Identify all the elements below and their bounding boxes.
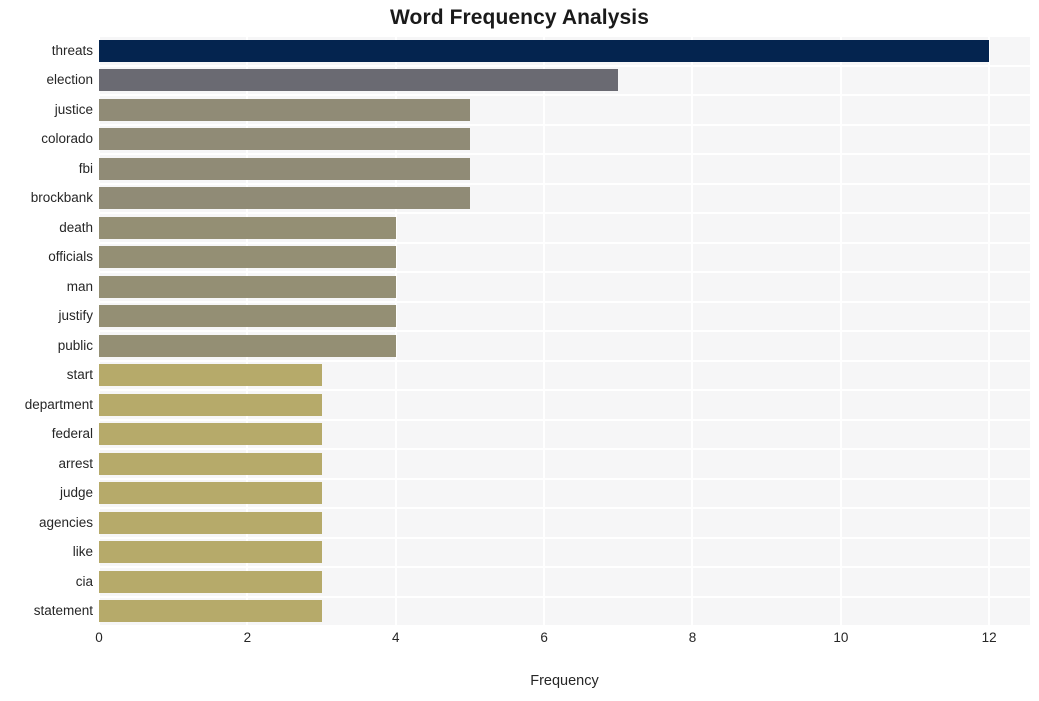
y-tick-label: like [72,544,93,560]
y-tick-label: threats [51,42,93,58]
bar[interactable] [99,216,396,239]
y-tick-label: arrest [58,455,93,471]
y-tick-label: death [59,219,93,235]
y-tick-label: statement [33,603,93,619]
bar[interactable] [99,39,990,62]
y-tick-label: start [66,367,93,383]
bar[interactable] [99,128,470,151]
x-tick-label: 0 [95,630,103,645]
y-tick-label: colorado [41,131,93,147]
bar[interactable] [99,482,322,505]
chart-title: Word Frequency Analysis [389,6,650,29]
y-tick-label: agencies [38,514,93,530]
y-tick-label: officials [48,249,93,265]
y-tick-label: election [46,72,93,88]
bar[interactable] [99,364,322,387]
bar[interactable] [99,511,322,534]
y-tick-label: cia [75,573,93,589]
y-tick-label: public [57,337,93,353]
y-tick-label: fbi [78,160,93,176]
bar[interactable] [99,275,396,298]
y-tick-label: justice [54,101,93,117]
bar[interactable] [99,98,470,121]
y-axis-tick-labels: threats election justice colorado fbi brockba… [0,36,93,626]
bar[interactable] [99,600,322,623]
x-tick-label: 6 [540,630,548,645]
x-axis-tick-labels: 0 2 4 6 8 10 12 [95,630,1030,654]
bar[interactable] [99,393,322,416]
bar[interactable] [99,69,619,92]
y-tick-label: judge [59,485,93,501]
bar[interactable] [99,334,396,357]
y-tick-label: brockbank [30,190,93,206]
chart-figure: Word Frequency Analysis threats election j… [0,0,1039,701]
bar[interactable] [99,570,322,593]
bar[interactable] [99,246,396,269]
x-axis-title: Frequency [530,673,599,689]
x-tick-label: 2 [243,630,252,645]
bar[interactable] [99,157,470,180]
y-tick-label: man [66,278,93,294]
x-tick-label: 8 [688,630,697,645]
plot-area [98,35,1030,627]
y-tick-label: justify [58,308,93,324]
bar[interactable] [99,452,322,475]
bar[interactable] [99,541,322,564]
x-tick-label: 4 [391,630,400,645]
bar[interactable] [99,423,322,446]
bars-layer [99,36,1030,626]
bar[interactable] [99,305,396,328]
y-tick-label: department [24,396,93,412]
x-tick-label: 10 [833,630,849,645]
x-tick-label: 12 [981,630,997,645]
bar[interactable] [99,187,470,210]
y-tick-label: federal [51,426,93,442]
